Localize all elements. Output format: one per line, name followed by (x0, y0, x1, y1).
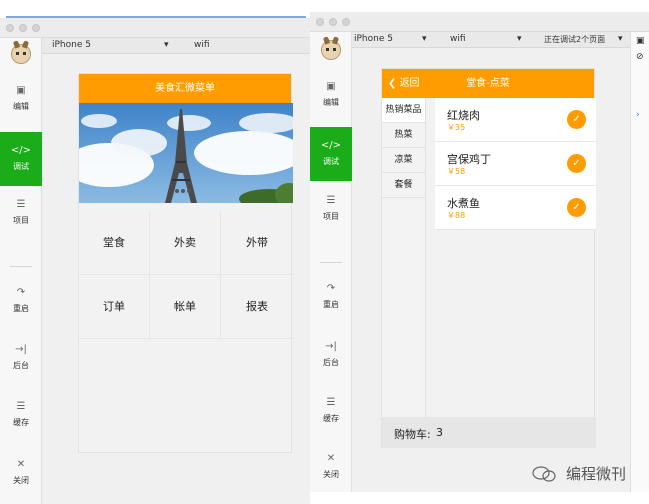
list-item[interactable]: 红烧肉 ￥35 ✓ (435, 98, 596, 142)
cache-layers-icon: ☰ (16, 401, 26, 412)
close-icon: ✕ (326, 453, 336, 464)
category-hot-sellers[interactable]: 热销菜品 (382, 98, 425, 123)
window-close-light[interactable] (6, 24, 14, 32)
right-sidebar: ▣ 编辑 </> 调试 ☰ 项目 ↷ 重启 →| 后台 ☰ 缓存 ✕ 关闭 (310, 32, 352, 492)
menu-lines-icon: ☰ (326, 195, 336, 206)
right-device-bar: iPhone 5 ▾ wifi ▾ 正在调试2个页面 ▾ (352, 32, 649, 48)
grid-reports[interactable]: 报表 (221, 275, 293, 339)
cache-layers-icon: ☰ (326, 397, 336, 408)
category-hot-dishes[interactable]: 热菜 (382, 123, 425, 148)
restart-icon: ↷ (326, 283, 336, 294)
sidebar-divider (320, 262, 342, 263)
grid-carry-out[interactable]: 外带 (221, 211, 293, 275)
sidebar-item-background[interactable]: →| 后台 (0, 343, 42, 371)
chevron-down-icon[interactable]: ▾ (618, 34, 623, 44)
top-strip (0, 0, 310, 18)
chevron-down-icon[interactable]: ▾ (164, 40, 169, 50)
category-list: 热销菜品 热菜 凉菜 套餐 (382, 98, 426, 417)
sidebar-item-restart[interactable]: ↷ 重启 (310, 282, 352, 310)
avatar[interactable] (11, 44, 31, 64)
inspect-icon[interactable]: ▣ (636, 36, 645, 46)
avatar[interactable] (321, 40, 341, 60)
sidebar-item-restart[interactable]: ↷ 重启 (0, 286, 42, 314)
window-close-light[interactable] (316, 18, 324, 26)
chevron-down-icon[interactable]: ▾ (422, 34, 427, 44)
restart-icon: ↷ (16, 287, 26, 298)
menu-lines-icon: ☰ (16, 199, 26, 210)
sidebar-item-cache[interactable]: ☰ 缓存 (310, 396, 352, 424)
sidebar-item-edit[interactable]: ▣ 编辑 (310, 80, 352, 108)
page-title: 美食汇微菜单 (79, 74, 291, 103)
devtools-side-panel: ▣ ⊘ › (630, 32, 649, 492)
grid-bills[interactable]: 帐单 (150, 275, 221, 339)
code-box-icon: ▣ (326, 81, 336, 92)
cart-bar[interactable]: 购物车: 3 (382, 417, 596, 448)
chevron-right-icon[interactable]: › (636, 110, 640, 120)
network-select[interactable]: wifi (450, 34, 466, 44)
grid-takeout[interactable]: 外卖 (150, 211, 221, 275)
category-set-meals[interactable]: 套餐 (382, 173, 425, 198)
order-header: ❮ 返回 堂食-点菜 (382, 69, 594, 98)
list-item[interactable]: 宫保鸡丁 ￥58 ✓ (435, 142, 596, 186)
back-button[interactable]: ❮ 返回 (388, 69, 420, 98)
left-device-bar: iPhone 5 ▾ wifi (42, 38, 310, 54)
check-icon[interactable]: ✓ (567, 110, 586, 129)
sidebar-item-debug[interactable]: </> 调试 (310, 127, 352, 181)
grid-dine-in[interactable]: 堂食 (79, 211, 150, 275)
block-icon[interactable]: ⊘ (636, 52, 644, 62)
close-icon: ✕ (16, 459, 26, 470)
eiffel-tower-banner (79, 103, 293, 203)
left-titlebar (0, 18, 310, 38)
sidebar-item-background[interactable]: →| 后台 (310, 340, 352, 368)
dish-name: 红烧肉 (447, 109, 480, 122)
device-select[interactable]: iPhone 5 (354, 34, 393, 44)
sidebar-item-project[interactable]: ☰ 项目 (0, 198, 42, 226)
background-icon: →| (325, 341, 337, 352)
sidebar-item-cache[interactable]: ☰ 缓存 (0, 400, 42, 428)
list-item[interactable]: 水煮鱼 ￥88 ✓ (435, 186, 596, 230)
debug-code-icon: </> (320, 140, 342, 151)
sidebar-item-project[interactable]: ☰ 项目 (310, 194, 352, 222)
window-zoom-light[interactable] (32, 24, 40, 32)
sidebar-item-edit[interactable]: ▣ 编辑 (0, 84, 42, 112)
category-cold-dishes[interactable]: 凉菜 (382, 148, 425, 173)
left-phone-screen: 美食汇微菜单 堂食 外卖 外带 订单 帐单 报表 (78, 73, 293, 453)
chevron-left-icon: ❮ (388, 78, 400, 89)
device-select[interactable]: iPhone 5 (52, 40, 91, 50)
left-sidebar: ▣ 编辑 </> 调试 ☰ 项目 ↷ 重启 →| 后台 ☰ 缓存 ✕ 关闭 (0, 38, 42, 504)
sidebar-item-debug[interactable]: </> 调试 (0, 132, 42, 186)
watermark: 编程微刊 (566, 465, 627, 483)
right-titlebar (310, 12, 649, 32)
sidebar-item-close[interactable]: ✕ 关闭 (0, 458, 42, 486)
network-select[interactable]: wifi (194, 40, 210, 50)
cart-count: 3 (436, 426, 443, 439)
check-icon[interactable]: ✓ (567, 154, 586, 173)
dish-price: ￥58 (447, 167, 466, 176)
dish-list: 红烧肉 ￥35 ✓ 宫保鸡丁 ￥58 ✓ 水煮鱼 ￥88 ✓ (435, 98, 596, 230)
dish-name: 水煮鱼 (447, 197, 480, 210)
dish-price: ￥88 (447, 211, 466, 220)
wechat-icon (532, 466, 556, 482)
code-box-icon: ▣ (16, 85, 26, 96)
right-phone-screen: ❮ 返回 堂食-点菜 热销菜品 热菜 凉菜 套餐 红烧肉 ￥35 ✓ 宫保鸡丁 … (381, 68, 596, 448)
debug-status[interactable]: 正在调试2个页面 (544, 34, 605, 45)
background-icon: →| (15, 344, 27, 355)
sidebar-divider (10, 266, 32, 267)
window-zoom-light[interactable] (342, 18, 350, 26)
check-icon[interactable]: ✓ (567, 198, 586, 217)
sidebar-item-close[interactable]: ✕ 关闭 (310, 452, 352, 480)
grid-orders[interactable]: 订单 (79, 275, 150, 339)
debug-code-icon: </> (10, 145, 32, 156)
window-minimize-light[interactable] (19, 24, 27, 32)
window-minimize-light[interactable] (329, 18, 337, 26)
cart-label: 购物车: (394, 428, 431, 441)
dish-price: ￥35 (447, 123, 466, 132)
page-title: 堂食-点菜 (466, 78, 510, 89)
dish-name: 宫保鸡丁 (447, 153, 491, 166)
chevron-down-icon[interactable]: ▾ (517, 34, 522, 44)
